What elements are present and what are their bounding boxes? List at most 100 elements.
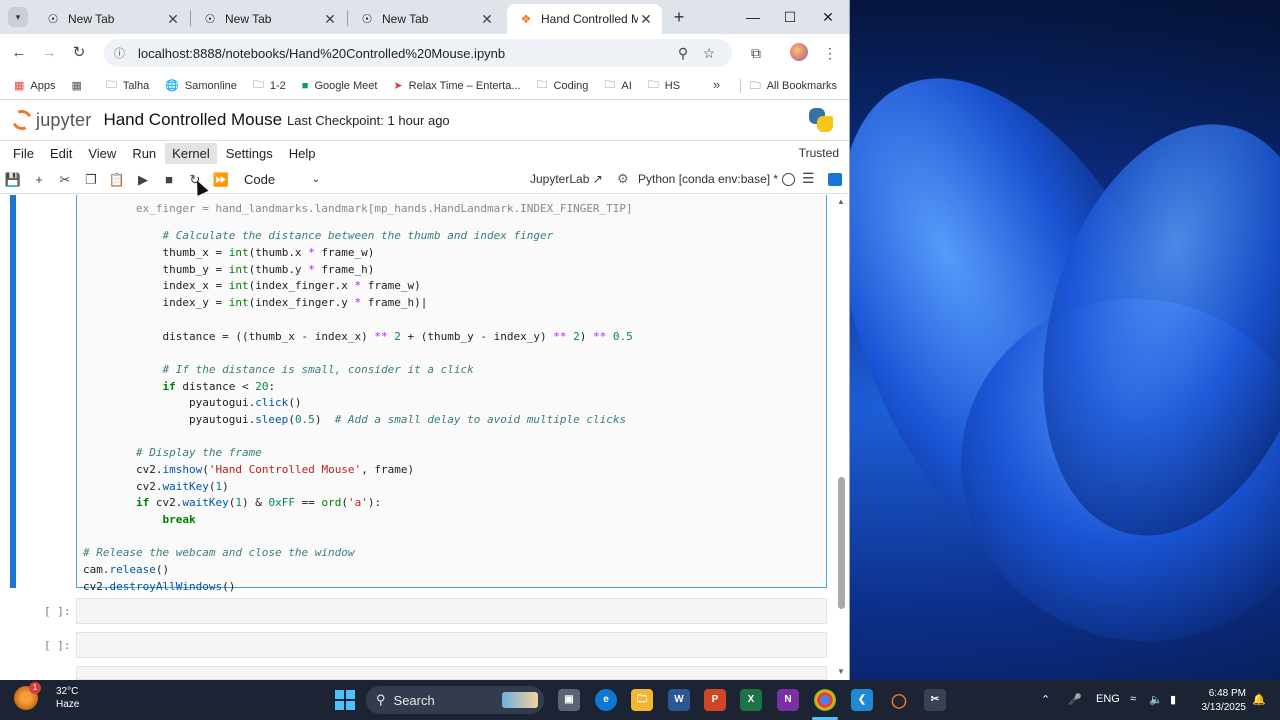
vscode-icon[interactable]: ❮ <box>851 689 873 711</box>
language-indicator[interactable]: ENG <box>1096 693 1120 705</box>
close-icon[interactable]: ✕ <box>322 11 338 28</box>
jupyter-logo[interactable]: jupyter <box>9 107 91 133</box>
forward-arrow-icon[interactable]: → <box>38 42 60 64</box>
minimize-button[interactable]: — <box>734 0 772 34</box>
back-arrow-icon[interactable]: ← <box>8 42 30 64</box>
start-button[interactable] <box>335 690 355 710</box>
chevron-right-icon[interactable]: » <box>713 77 720 92</box>
empty-code-cell[interactable] <box>76 666 827 680</box>
more-menu-icon[interactable]: ⋮ <box>818 42 842 64</box>
tab-new-tab-3[interactable]: ☉ New Tab ✕ <box>348 4 503 34</box>
tab-hand-controlled-mouse[interactable]: ❖ Hand Controlled Mou ✕ <box>507 4 662 34</box>
notification-bell-icon[interactable]: 🔔 <box>1252 693 1266 706</box>
new-tab-button[interactable]: + <box>668 6 690 28</box>
paste-icon[interactable]: 📋 <box>104 172 130 188</box>
tab-search-icon[interactable]: ▾ <box>8 7 28 27</box>
maximize-button[interactable]: ☐ <box>771 0 809 34</box>
jupyter-taskbar-icon[interactable]: ◯ <box>888 689 910 711</box>
add-cell-icon[interactable]: + <box>26 172 52 187</box>
site-info-icon[interactable]: ⓘ <box>114 45 128 61</box>
sun-haze-icon: 1 <box>14 682 41 710</box>
settings-gear-icon[interactable]: ⚙ <box>617 171 629 187</box>
tab-new-tab-2[interactable]: ☉ New Tab ✕ <box>191 4 346 34</box>
external-link-icon: ↗ <box>592 172 603 186</box>
file-explorer-icon[interactable]: 🗀 <box>631 689 653 711</box>
microphone-icon[interactable]: 🎤 <box>1068 693 1082 706</box>
search-icon: ⚲ <box>376 692 386 707</box>
address-bar[interactable]: ⓘ localhost:8888/notebooks/Hand%20Contro… <box>104 39 732 67</box>
save-icon[interactable]: 💾 <box>0 172 26 188</box>
menu-kernel[interactable]: Kernel <box>165 143 217 164</box>
bookmark-coding[interactable]: 🗀 Coding <box>537 76 589 95</box>
close-icon[interactable]: ✕ <box>479 11 495 28</box>
run-icon[interactable]: ▶ <box>130 172 156 188</box>
edge-icon[interactable]: e <box>595 689 617 711</box>
zoom-icon[interactable]: ⚲ <box>670 45 696 62</box>
close-icon[interactable]: ✕ <box>165 11 181 28</box>
bookmark-samonline[interactable]: 🌐 Samonline <box>165 79 237 93</box>
cut-icon[interactable]: ✂ <box>52 172 78 188</box>
tab-title: Hand Controlled Mou <box>541 12 638 26</box>
bookmark-hs[interactable]: 🗀 HS <box>648 76 680 95</box>
onenote-icon[interactable]: N <box>777 689 799 711</box>
bookmark-star-icon[interactable]: ☆ <box>696 45 722 62</box>
bookmark-apps[interactable]: ▦ Apps <box>14 79 55 93</box>
url-text[interactable]: localhost:8888/notebooks/Hand%20Controll… <box>138 46 670 61</box>
menu-edit[interactable]: Edit <box>43 143 79 164</box>
jupyterlab-link[interactable]: JupyterLab ↗ <box>530 172 603 186</box>
weather-widget[interactable]: 1 32°C Haze <box>14 682 80 711</box>
scroll-up-icon[interactable]: ▲ <box>837 197 845 206</box>
bookmark-talha[interactable]: 🗀 Talha <box>106 76 149 95</box>
cell-selection-bar <box>10 195 16 588</box>
code-cell-editor[interactable]: ex_finger = hand_landmarks.landmark[mp_h… <box>76 195 827 593</box>
grid-icon: ▦ <box>71 80 82 92</box>
sidebar-toggle-icon[interactable] <box>828 173 842 186</box>
notebook-scrollbar[interactable]: ▲ ▼ <box>836 195 846 680</box>
word-icon[interactable]: W <box>668 689 690 711</box>
reload-icon[interactable]: ↻ <box>68 42 90 64</box>
bookmark-1-2[interactable]: 🗀 1-2 <box>253 76 286 95</box>
notebook-title[interactable]: Hand Controlled Mouse <box>103 110 282 130</box>
menu-view[interactable]: View <box>81 143 123 164</box>
restart-run-all-icon[interactable]: ⏩ <box>208 172 234 188</box>
menu-settings[interactable]: Settings <box>219 143 280 164</box>
bookmark-ai[interactable]: 🗀 AI <box>604 76 631 95</box>
snipping-tool-icon[interactable]: ✂ <box>924 689 946 711</box>
scrollbar-thumb[interactable] <box>838 477 845 609</box>
menu-help[interactable]: Help <box>282 143 323 164</box>
task-view-icon[interactable]: ▣ <box>558 689 580 711</box>
excel-icon[interactable]: X <box>740 689 762 711</box>
code-content[interactable]: ex_finger = hand_landmarks.landmark[mp_h… <box>83 195 633 629</box>
chevron-up-icon[interactable]: ⌃ <box>1041 693 1050 706</box>
bookmark-relax-time[interactable]: ➤ Relax Time – Enterta... <box>393 79 520 93</box>
weather-condition: Haze <box>56 699 80 710</box>
empty-code-cell[interactable] <box>76 632 827 658</box>
menu-run[interactable]: Run <box>125 143 163 164</box>
stop-icon[interactable]: ■ <box>156 172 182 187</box>
wifi-icon[interactable]: ≈ <box>1130 693 1136 705</box>
profile-avatar[interactable] <box>790 43 808 61</box>
kernel-name[interactable]: Python [conda env:base] * <box>638 172 778 186</box>
trusted-indicator[interactable]: Trusted <box>799 146 839 160</box>
extensions-icon[interactable]: ⧉ <box>744 42 768 64</box>
empty-code-cell[interactable] <box>76 598 827 624</box>
all-bookmarks[interactable]: 🗀 All Bookmarks <box>750 72 837 100</box>
battery-icon[interactable]: ▮ <box>1170 693 1176 706</box>
copy-icon[interactable]: ❐ <box>78 172 104 188</box>
close-window-button[interactable]: ✕ <box>809 0 847 34</box>
chrome-taskbar-icon[interactable] <box>814 689 836 711</box>
cell-type-select[interactable]: Code ⌄ <box>244 172 320 187</box>
close-icon[interactable]: ✕ <box>638 11 654 28</box>
taskbar-clock[interactable]: 6:48 PM 3/13/2025 <box>1194 687 1247 715</box>
search-highlight-icon <box>502 692 538 708</box>
menu-file[interactable]: File <box>6 143 41 164</box>
bookmark-google-meet[interactable]: ■ Google Meet <box>302 80 378 92</box>
scroll-down-icon[interactable]: ▼ <box>837 667 845 676</box>
volume-icon[interactable]: 🔈 <box>1149 693 1163 706</box>
powerpoint-icon[interactable]: P <box>704 689 726 711</box>
hamburger-menu-icon[interactable]: ☰ <box>802 170 815 187</box>
windows-taskbar: 1 32°C Haze ⚲ Search ▣ e 🗀 W P X N ❮ ◯ ✂… <box>0 680 1280 720</box>
tab-new-tab-1[interactable]: ☉ New Tab ✕ <box>34 4 189 34</box>
taskbar-search[interactable]: ⚲ Search <box>366 686 544 714</box>
tab-groups-icon[interactable]: ▦ <box>71 79 87 92</box>
